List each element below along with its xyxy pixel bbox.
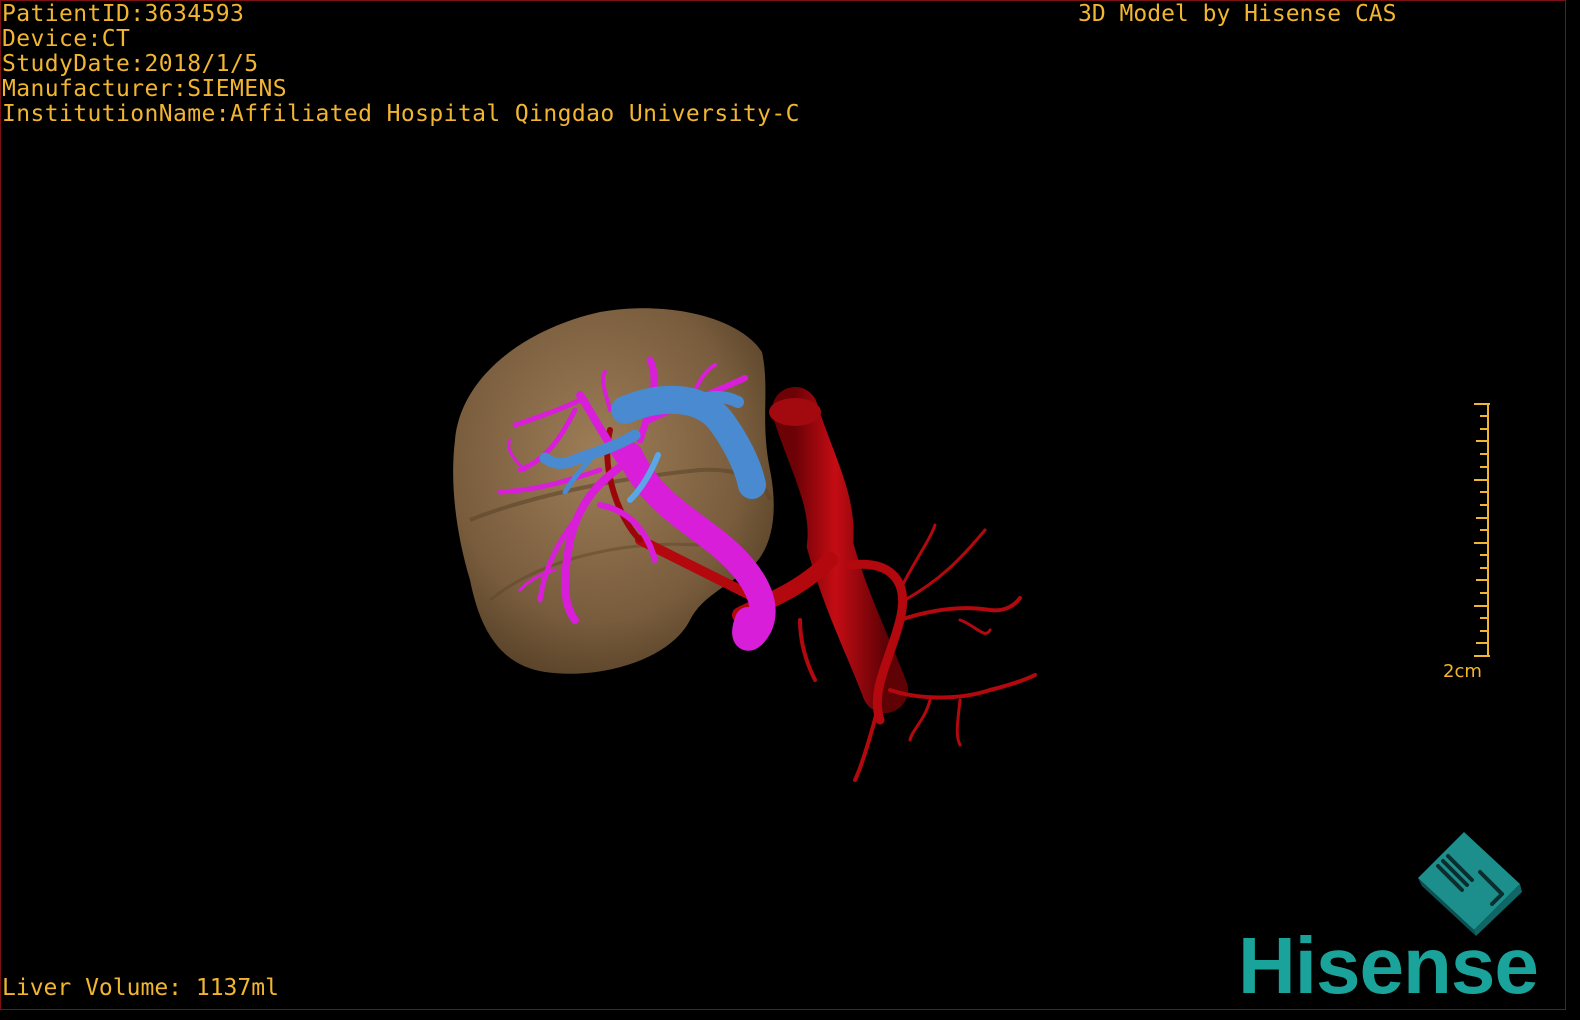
hisense-logo-icon: Hisense (1238, 921, 1539, 1010)
liver-volume-text: Liver Volume: 1137ml (2, 975, 279, 1001)
render-viewport[interactable] (0, 0, 1566, 1010)
patient-id-text: PatientID:3634593 (2, 1, 245, 27)
manufacturer-text: Manufacturer:SIEMENS (2, 76, 287, 102)
scale-bar-label: 2cm (1443, 661, 1482, 682)
scale-bar (1474, 403, 1490, 657)
patient-info-overlay: PatientID:3634593 Device:CT StudyDate:20… (2, 2, 800, 127)
institution-text: InstitutionName:Affiliated Hospital Qing… (2, 101, 800, 127)
device-text: Device:CT (2, 26, 131, 52)
model-credit-text: 3D Model by Hisense CAS (1078, 1, 1397, 27)
study-date-text: StudyDate:2018/1/5 (2, 51, 259, 77)
